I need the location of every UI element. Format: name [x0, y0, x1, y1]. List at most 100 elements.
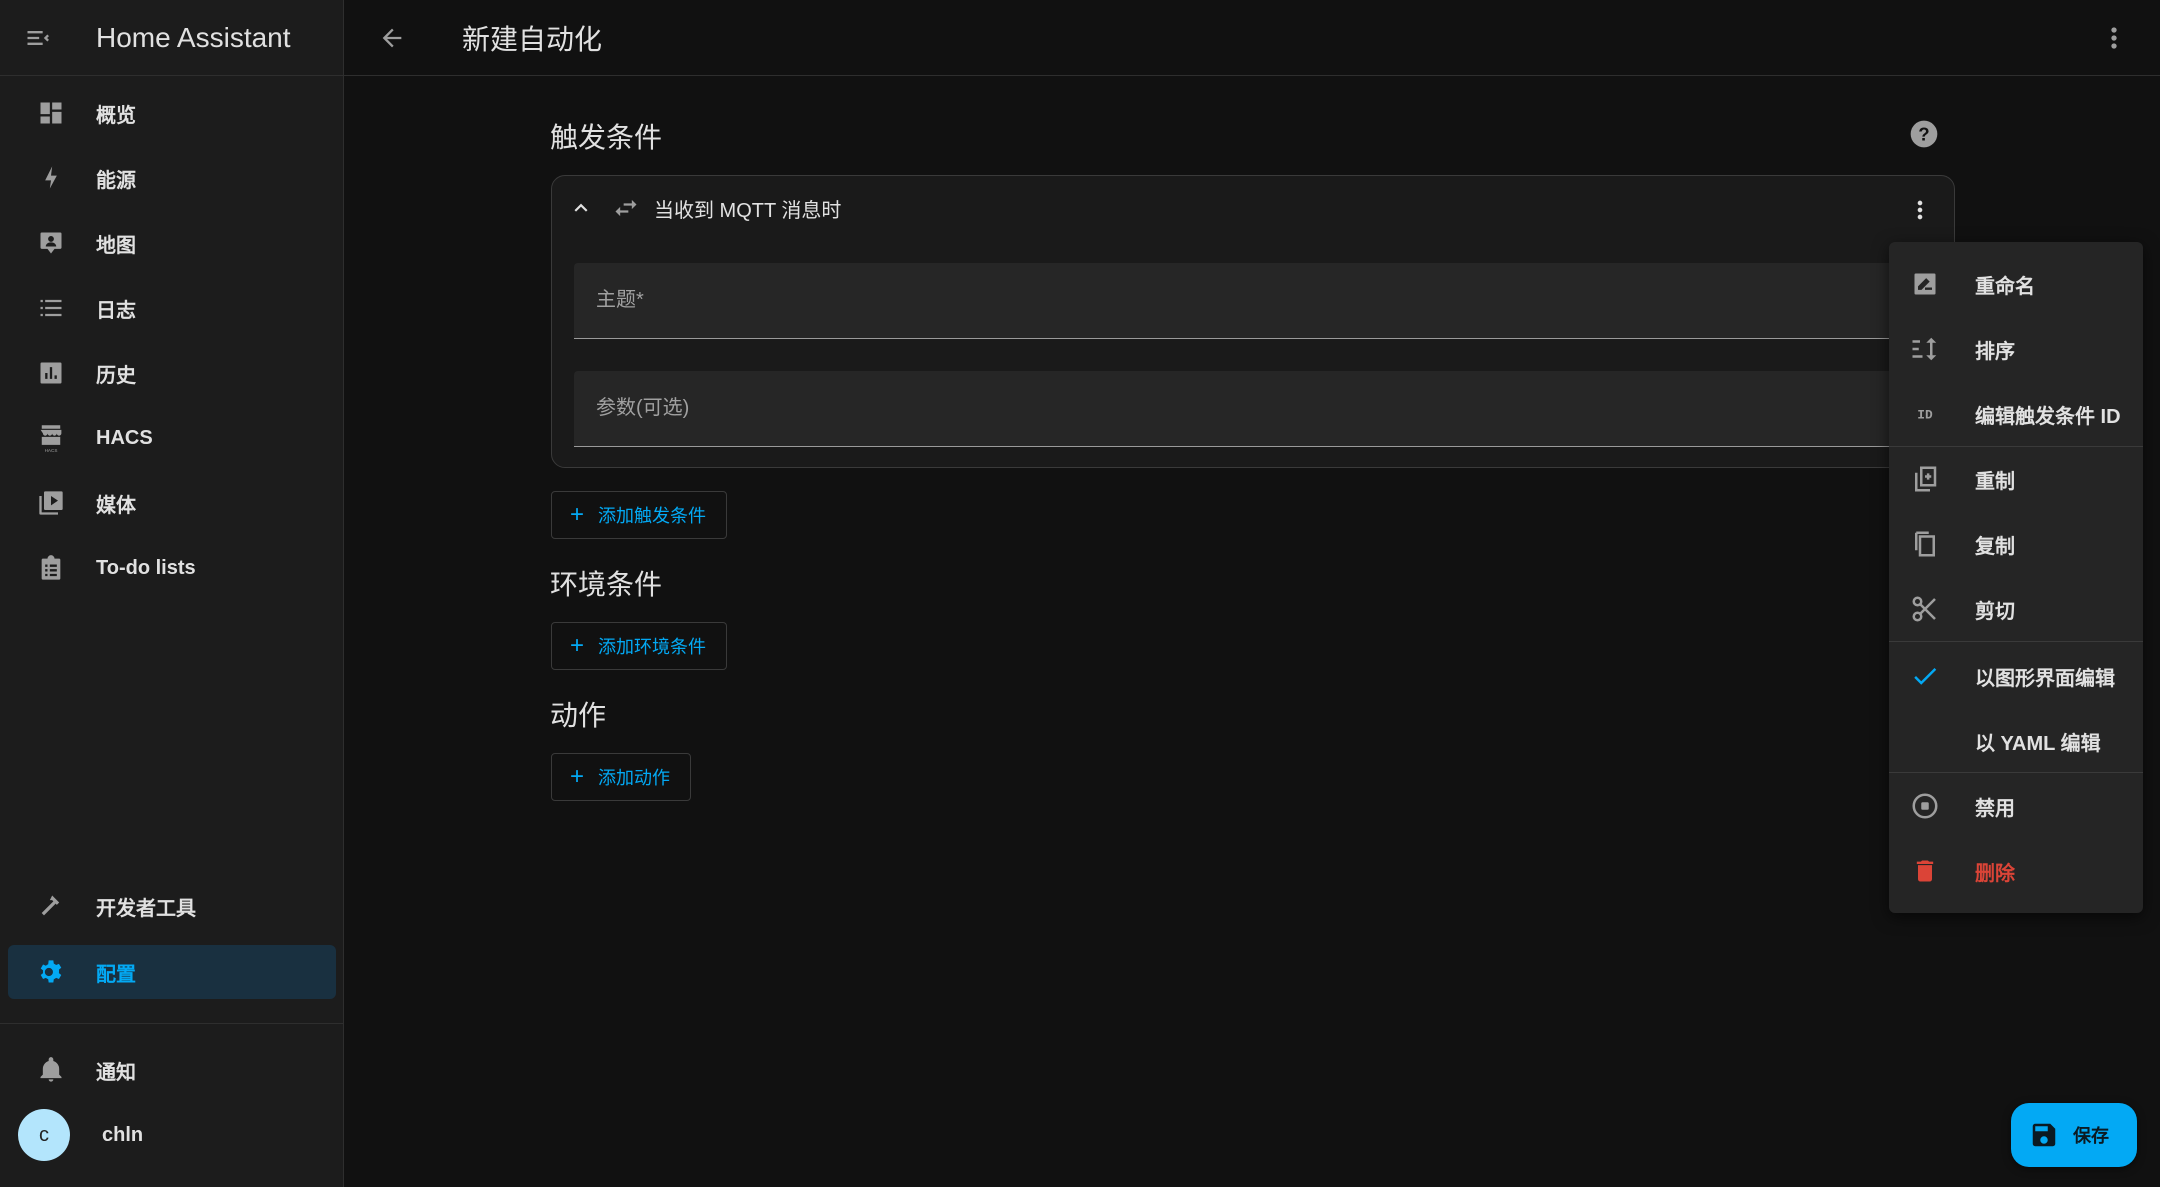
floppy-icon [2029, 1120, 2059, 1150]
menu-item-edit-id[interactable]: ID 编辑触发条件 ID [1889, 382, 2143, 446]
lightning-bolt-icon [24, 151, 78, 205]
sidebar-item-label: 日志 [96, 299, 136, 322]
back-button[interactable] [354, 0, 430, 76]
id-icon: ID [1905, 394, 1945, 434]
rename-icon [1905, 264, 1945, 304]
plus-icon: + [570, 763, 585, 790]
topic-input[interactable] [574, 263, 1934, 338]
menu-item-delete[interactable]: 删除 [1889, 839, 2143, 903]
delete-icon [1905, 851, 1945, 891]
trigger-context-menu: 重命名 排序 ID 编辑触发条件 ID 重制 复制 剪切 以图形界面编辑 以 Y… [1889, 242, 2143, 913]
menu-item-label: 复制 [1975, 535, 2015, 558]
help-circle-icon: ? [1908, 118, 1940, 150]
sidebar-divider [0, 1023, 344, 1024]
menu-item-label: 删除 [1975, 862, 2015, 885]
add-trigger-label: 添加触发条件 [598, 506, 707, 526]
sidebar-item-hacs[interactable]: HACS HACS [8, 411, 336, 465]
menu-item-label: 排序 [1975, 340, 2015, 363]
menu-divider [1889, 641, 2143, 642]
svg-text:HACS: HACS [45, 448, 58, 453]
payload-input[interactable] [574, 371, 1934, 446]
trigger-overflow-button[interactable] [1906, 196, 1934, 224]
duplicate-icon [1905, 459, 1945, 499]
arrow-left-icon [378, 24, 406, 52]
page-title: 新建自动化 [462, 23, 603, 55]
avatar: c [18, 1109, 70, 1161]
plus-icon: + [570, 632, 585, 659]
sidebar-item-user[interactable]: c chln [8, 1108, 336, 1162]
menu-item-duplicate[interactable]: 重制 [1889, 447, 2143, 511]
svg-text:ID: ID [1917, 408, 1933, 423]
user-name: chln [102, 1123, 144, 1146]
plus-icon: + [570, 501, 585, 528]
sidebar-item-energy[interactable]: 能源 [8, 151, 336, 205]
dots-vertical-icon [2098, 22, 2130, 54]
menu-item-edit-yaml[interactable]: 以 YAML 编辑 [1889, 709, 2143, 773]
sidebar-item-todo[interactable]: To-do lists [8, 541, 336, 595]
add-condition-button[interactable]: + 添加环境条件 [551, 622, 728, 670]
add-trigger-button[interactable]: + 添加触发条件 [551, 491, 728, 539]
overflow-menu-button[interactable] [2098, 22, 2130, 54]
menu-item-label: 剪切 [1975, 600, 2015, 623]
chevron-up-icon[interactable] [568, 195, 594, 221]
menu-item-label: 以 YAML 编辑 [1975, 732, 2101, 755]
menu-divider [1889, 772, 2143, 773]
clipboard-list-icon [24, 541, 78, 595]
check-icon [1905, 656, 1945, 696]
menu-item-cut[interactable]: 剪切 [1889, 577, 2143, 641]
top-app-bar: 新建自动化 [344, 0, 2160, 76]
sidebar-item-notifications[interactable]: 通知 [8, 1043, 336, 1097]
sidebar-item-overview[interactable]: 概览 [8, 86, 336, 140]
sidebar-item-label: 地图 [96, 234, 136, 257]
gear-icon [24, 945, 78, 999]
sidebar-item-logbook[interactable]: 日志 [8, 281, 336, 335]
menu-collapse-icon [24, 24, 52, 52]
dashboard-icon [24, 86, 78, 140]
copy-icon [1905, 524, 1945, 564]
save-label: 保存 [2073, 1126, 2109, 1146]
scissors-icon [1905, 589, 1945, 629]
sidebar-item-media[interactable]: 媒体 [8, 476, 336, 530]
sidebar-item-label: 配置 [96, 963, 136, 986]
map-account-icon [24, 216, 78, 270]
chart-box-icon [24, 346, 78, 400]
swap-horizontal-icon [612, 194, 640, 222]
add-action-button[interactable]: + 添加动作 [551, 753, 692, 801]
sidebar-toggle-button[interactable] [0, 0, 76, 76]
play-box-multiple-icon [24, 476, 78, 530]
help-button[interactable]: ? [1908, 118, 1940, 150]
app-title: Home Assistant [96, 21, 291, 53]
bell-icon [24, 1043, 78, 1097]
sort-icon [1905, 329, 1945, 369]
menu-item-label: 重制 [1975, 470, 2015, 493]
menu-item-disable[interactable]: 禁用 [1889, 774, 2143, 838]
sidebar-item-developer-tools[interactable]: 开发者工具 [8, 879, 336, 933]
list-icon [24, 281, 78, 335]
payload-field[interactable] [574, 371, 1934, 447]
hacs-store-icon: HACS [24, 411, 78, 465]
menu-item-copy[interactable]: 复制 [1889, 512, 2143, 576]
sidebar-item-label: 开发者工具 [96, 897, 196, 920]
trigger-card-header[interactable]: 当收到 MQTT 消息时 [552, 176, 1954, 240]
menu-item-edit-ui[interactable]: 以图形界面编辑 [1889, 644, 2143, 708]
sidebar-item-label: HACS [96, 426, 153, 449]
dots-vertical-icon [1906, 196, 1934, 224]
sidebar-item-history[interactable]: 历史 [8, 346, 336, 400]
save-button[interactable]: 保存 [2011, 1103, 2137, 1167]
sidebar-item-settings[interactable]: 配置 [8, 945, 336, 999]
hammer-icon [24, 879, 78, 933]
menu-item-label: 以图形界面编辑 [1975, 667, 2115, 690]
actions-section-title: 动作 [550, 700, 607, 731]
sidebar-item-map[interactable]: 地图 [8, 216, 336, 270]
sidebar-item-label: 能源 [96, 169, 136, 192]
topic-field[interactable] [574, 263, 1934, 339]
add-action-label: 添加动作 [598, 768, 671, 788]
sidebar-item-label: 媒体 [96, 494, 136, 517]
menu-item-label: 重命名 [1975, 275, 2035, 298]
menu-item-label: 禁用 [1975, 797, 2015, 820]
svg-text:?: ? [1918, 124, 1929, 145]
triggers-section-title: 触发条件 [550, 122, 663, 153]
add-condition-label: 添加环境条件 [598, 637, 707, 657]
menu-item-sort[interactable]: 排序 [1889, 317, 2143, 381]
menu-item-rename[interactable]: 重命名 [1889, 252, 2143, 316]
